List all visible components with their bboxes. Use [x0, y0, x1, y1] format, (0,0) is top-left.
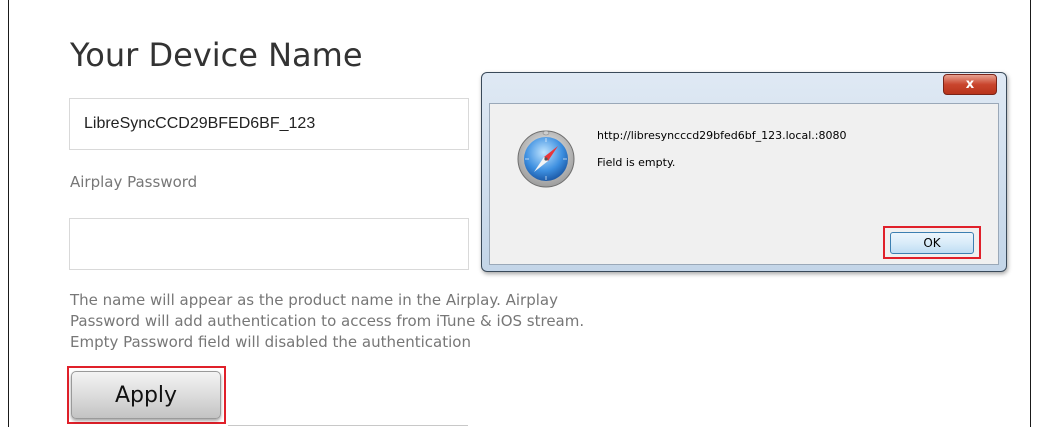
safari-compass-icon [517, 130, 575, 188]
page-title: Your Device Name [70, 36, 363, 74]
dialog-close-button[interactable]: x [943, 74, 997, 95]
page-border-right [1030, 0, 1031, 427]
apply-button[interactable]: Apply [71, 371, 221, 419]
airplay-password-label: Airplay Password [70, 173, 198, 191]
dialog-url: http://libresyncccd29bfed6bf_123.local.:… [597, 129, 847, 142]
ok-button[interactable]: OK [890, 232, 974, 254]
dialog-message: Field is empty. [597, 156, 676, 169]
airplay-password-input[interactable] [69, 218, 469, 270]
device-name-input[interactable] [69, 98, 469, 150]
divider [228, 425, 468, 426]
page-border-left [8, 0, 9, 427]
help-text: The name will appear as the product name… [70, 291, 585, 351]
